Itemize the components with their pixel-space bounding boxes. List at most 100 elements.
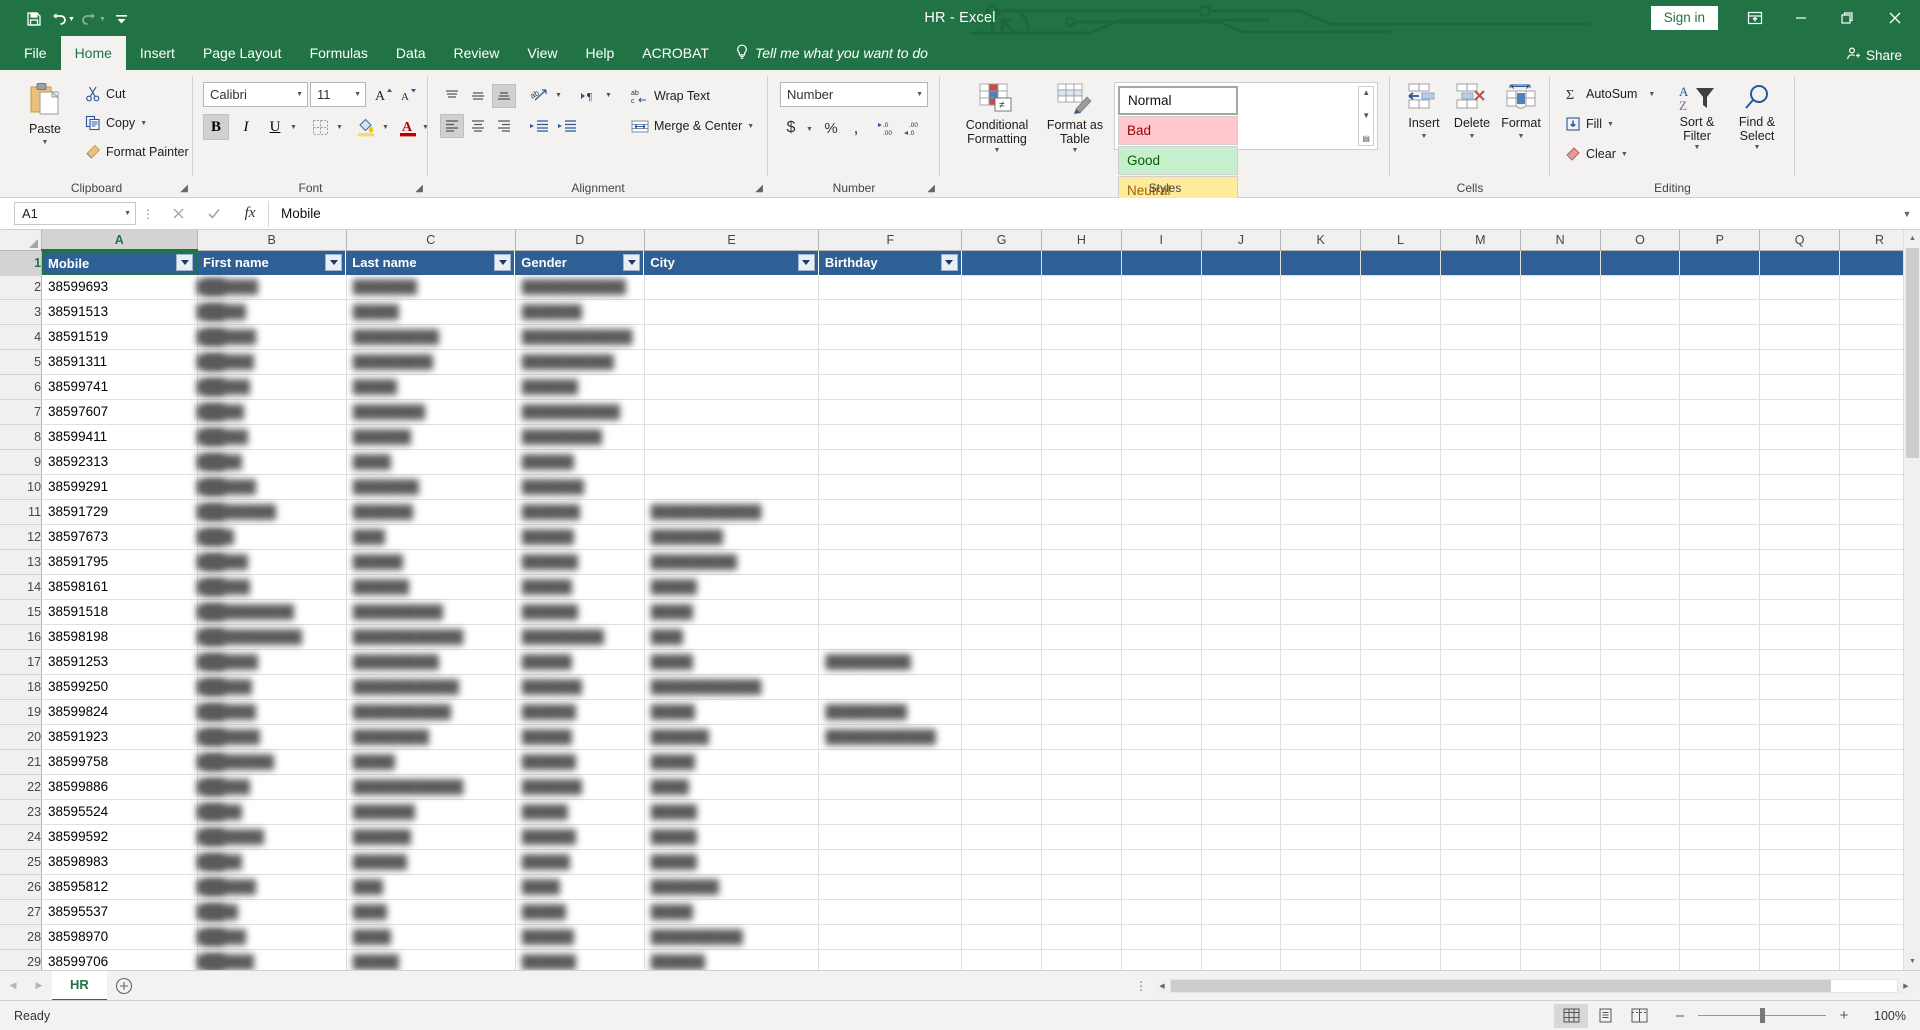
grid-cell-H20[interactable] [1041, 724, 1122, 750]
grid-cell-F7[interactable] [818, 399, 963, 425]
grid-cell-I18[interactable] [1121, 674, 1202, 700]
sort-filter-button[interactable]: A Z Sort & Filter ▼ [1668, 82, 1726, 151]
row-header-19[interactable]: 19 [0, 699, 43, 725]
row-header-18[interactable]: 18 [0, 674, 43, 700]
row-header-12[interactable]: 12 [0, 524, 43, 550]
grid-cell-F11[interactable] [818, 499, 963, 525]
style-gallery-more-icon[interactable]: ▤ [1362, 135, 1370, 143]
name-box[interactable]: A1 ▼ [14, 202, 136, 225]
grid-cell-I24[interactable] [1121, 824, 1202, 850]
grid-cell-H12[interactable] [1041, 524, 1122, 550]
grid-cell-H5[interactable] [1041, 349, 1122, 375]
font-name-dropdown-icon[interactable]: ▼ [296, 91, 303, 98]
grid-cell-C3[interactable]: ████████████ [346, 299, 516, 325]
grid-cell-N20[interactable] [1520, 724, 1601, 750]
bold-button[interactable]: B [203, 114, 229, 140]
copy-button[interactable]: Copy ▼ [82, 111, 150, 135]
grid-cell-O23[interactable] [1600, 799, 1681, 825]
grid-cell-D5[interactable]: ████████████ [515, 349, 645, 375]
grid-cell-O22[interactable] [1600, 774, 1681, 800]
grid-cell-E11[interactable]: ████████████ [644, 499, 820, 525]
grid-cell-G22[interactable] [961, 774, 1042, 800]
grid-cell-I29[interactable] [1121, 949, 1202, 970]
grid-cell-K24[interactable] [1280, 824, 1362, 850]
grid-cell-Q26[interactable] [1759, 874, 1841, 900]
grid-cell-G14[interactable] [961, 574, 1042, 600]
column-header-E[interactable]: E [644, 230, 820, 251]
grid-cell-P20[interactable] [1679, 724, 1761, 750]
grid-cell-H4[interactable] [1041, 324, 1122, 350]
grid-cell-F13[interactable] [818, 549, 963, 575]
grid-cell-M25[interactable] [1440, 849, 1521, 875]
grid-cell-G23[interactable] [961, 799, 1042, 825]
close-icon[interactable] [1870, 0, 1920, 36]
grid-cell-L14[interactable] [1360, 574, 1441, 600]
grid-cell-M5[interactable] [1440, 349, 1521, 375]
grid-cell-N11[interactable] [1520, 499, 1601, 525]
grid-cell-I9[interactable] [1121, 449, 1202, 475]
grid-cell-G12[interactable] [961, 524, 1042, 550]
grid-cell-G6[interactable] [961, 374, 1042, 400]
grid-cell-J1[interactable] [1201, 250, 1282, 276]
grid-cell-J13[interactable] [1201, 549, 1282, 575]
grid-cell-D15[interactable]: ████████████ [515, 599, 645, 625]
grid-cell-K26[interactable] [1280, 874, 1362, 900]
grid-cell-F10[interactable] [818, 474, 963, 500]
grid-cell-G1[interactable] [961, 250, 1042, 276]
fill-color-dropdown-icon[interactable]: ▼ [382, 124, 389, 131]
cancel-icon[interactable] [160, 201, 196, 227]
grid-cell-D8[interactable]: ████████████ [515, 424, 645, 450]
grid-cell-F20[interactable]: ████████████ [818, 724, 963, 750]
share-button[interactable]: Share [1846, 46, 1902, 64]
grid-cell-P2[interactable] [1679, 275, 1761, 300]
row-header-20[interactable]: 20 [0, 724, 43, 750]
grid-cell-D11[interactable]: ████████████ [515, 499, 645, 525]
grid-cell-I11[interactable] [1121, 499, 1202, 525]
grid-cell-O6[interactable] [1600, 374, 1681, 400]
zoom-slider-track[interactable] [1698, 1008, 1826, 1023]
autosum-button[interactable]: Σ AutoSum ▼ [1562, 82, 1658, 106]
grid-cell-Q8[interactable] [1759, 424, 1841, 450]
column-header-D[interactable]: D [515, 230, 645, 251]
horizontal-scroll-track[interactable] [1170, 978, 1898, 993]
grid-cell-D27[interactable]: ████████████ [515, 899, 645, 925]
grid-cell-N15[interactable] [1520, 599, 1601, 625]
grid-cell-H16[interactable] [1041, 624, 1122, 650]
style-cell-good[interactable]: Good [1118, 146, 1238, 175]
grid-cell-G3[interactable] [961, 299, 1042, 325]
autosum-dropdown-icon[interactable]: ▼ [1648, 91, 1655, 98]
grid-cell-P7[interactable] [1679, 399, 1761, 425]
table-header-cell-E[interactable]: City [644, 250, 819, 275]
grid-cell-I17[interactable] [1121, 649, 1202, 675]
grid-cell-D14[interactable]: ████████████ [515, 574, 645, 600]
table-header-cell-D[interactable]: Gender [515, 250, 645, 275]
grid-cell-P1[interactable] [1679, 250, 1761, 276]
grid-cell-A5[interactable]: 38591311 ███ [41, 349, 224, 375]
grid-cell-J4[interactable] [1201, 324, 1282, 350]
tab-view[interactable]: View [513, 36, 571, 70]
horizontal-scrollbar[interactable]: ◀ ▶ [1154, 977, 1914, 994]
grid-cell-A25[interactable]: 38598983 ███ [41, 849, 224, 875]
grid-cell-Q27[interactable] [1759, 899, 1841, 925]
grid-cell-L7[interactable] [1360, 399, 1441, 425]
grid-cell-A28[interactable]: 38598970 ███ [41, 924, 224, 950]
grid-cell-K29[interactable] [1280, 949, 1362, 970]
grid-cell-E24[interactable]: ████████████ [644, 824, 820, 850]
grid-cell-I15[interactable] [1121, 599, 1202, 625]
grid-cell-I27[interactable] [1121, 899, 1202, 925]
grid-cell-A13[interactable]: 38591795 ███ [41, 549, 224, 575]
grid-cell-Q16[interactable] [1759, 624, 1841, 650]
grid-cell-O8[interactable] [1600, 424, 1681, 450]
grid-cell-N18[interactable] [1520, 674, 1601, 700]
row-header-14[interactable]: 14 [0, 574, 43, 600]
grid-cell-D29[interactable]: ████████████ [515, 949, 645, 970]
grid-cell-L22[interactable] [1360, 774, 1441, 800]
grid-cell-C23[interactable]: ████████████ [346, 799, 516, 825]
font-name-combo[interactable]: Calibri ▼ [203, 82, 308, 107]
row-header-28[interactable]: 28 [0, 924, 43, 950]
grid-cell-J14[interactable] [1201, 574, 1282, 600]
add-sheet-icon[interactable] [107, 972, 141, 1000]
grid-cell-P29[interactable] [1679, 949, 1761, 970]
grid-cell-L5[interactable] [1360, 349, 1441, 375]
grid-cell-I2[interactable] [1121, 275, 1202, 300]
